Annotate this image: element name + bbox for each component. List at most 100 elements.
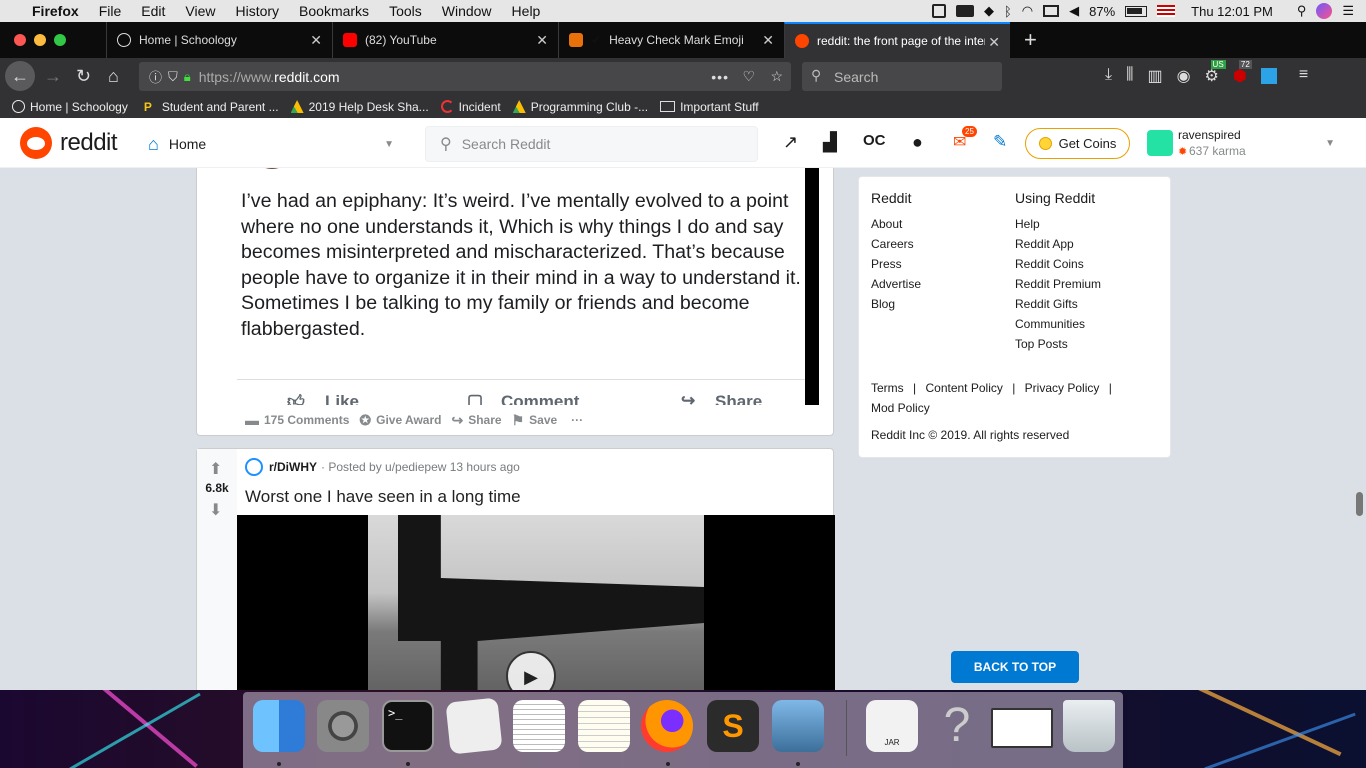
share-button[interactable]: ↪ Share xyxy=(451,412,501,429)
document-icon[interactable] xyxy=(991,708,1053,748)
original-content-icon[interactable]: OC xyxy=(863,132,886,149)
close-tab-icon[interactable]: ✕ xyxy=(988,34,1000,51)
reddit-gifts-link[interactable]: Reddit Gifts xyxy=(1015,294,1101,314)
status-icon[interactable] xyxy=(931,4,946,18)
trash-icon[interactable] xyxy=(1063,700,1115,752)
close-tab-icon[interactable]: ✕ xyxy=(536,32,548,49)
status-icon[interactable] xyxy=(955,5,974,17)
subreddit-link[interactable]: r/DiWHY xyxy=(269,460,317,474)
terms-link[interactable]: Terms xyxy=(871,381,904,395)
content-policy-link[interactable]: Content Policy xyxy=(925,381,1002,395)
notes-icon[interactable] xyxy=(578,700,630,752)
siri-icon[interactable] xyxy=(1316,3,1333,19)
post-title[interactable]: Worst one I have seen in a long time xyxy=(245,487,521,507)
pocket-icon[interactable]: ♡ xyxy=(742,68,755,85)
flag-icon[interactable] xyxy=(1157,5,1176,17)
bookmark-student-parent[interactable]: P Student and Parent ... xyxy=(144,100,279,115)
bookmark-incident[interactable]: Incident xyxy=(440,100,501,114)
all-icon[interactable]: ▟ xyxy=(823,132,837,153)
tracking-shield-icon[interactable]: ⛉ xyxy=(168,69,178,85)
forward-button[interactable]: → xyxy=(44,66,62,87)
preview-icon[interactable] xyxy=(772,700,824,752)
menu-edit[interactable]: Edit xyxy=(141,3,165,19)
mail-icon[interactable]: ✉ 25 xyxy=(953,126,977,152)
menu-file[interactable]: File xyxy=(99,3,122,19)
menu-help[interactable]: Help xyxy=(512,3,541,19)
battery-icon[interactable] xyxy=(1125,5,1148,17)
menu-history[interactable]: History xyxy=(235,3,279,19)
reload-button[interactable]: ↻ xyxy=(76,66,91,87)
clock[interactable]: Thu 12:01 PM xyxy=(1191,4,1273,19)
volume-icon[interactable]: ◀ xyxy=(1069,3,1079,19)
tab-schoology[interactable]: Home | Schoology ✕ xyxy=(106,22,332,58)
dropbox-icon[interactable]: ◆ xyxy=(984,3,994,19)
chat-icon[interactable]: ● xyxy=(912,132,923,153)
page-actions-icon[interactable]: ••• xyxy=(711,69,729,85)
menu-view[interactable]: View xyxy=(185,3,215,19)
system-preferences-icon[interactable] xyxy=(317,700,369,752)
mod-policy-link[interactable]: Mod Policy xyxy=(871,401,930,415)
tab-reddit[interactable]: reddit: the front page of the internet ✕ xyxy=(784,22,1010,58)
back-button[interactable]: ← xyxy=(5,61,35,91)
post-card[interactable]: I’ve had an epiphany: It’s weird. I’ve m… xyxy=(196,168,834,436)
top-posts-link[interactable]: Top Posts xyxy=(1015,334,1101,354)
menu-app-name[interactable]: Firefox xyxy=(32,3,79,19)
terminal-icon[interactable]: >_ xyxy=(382,700,434,752)
bookmark-programming-club[interactable]: Programming Club -... xyxy=(512,100,648,114)
popular-icon[interactable]: ↗ xyxy=(783,132,798,153)
press-link[interactable]: Press xyxy=(871,254,921,274)
ublock-extension-icon[interactable]: ⬢ 72 xyxy=(1233,60,1252,86)
sidebar-icon[interactable]: ▥ xyxy=(1147,66,1162,86)
get-coins-button[interactable]: Get Coins xyxy=(1025,128,1130,159)
careers-link[interactable]: Careers xyxy=(871,234,921,254)
close-tab-icon[interactable]: ✕ xyxy=(310,32,322,49)
user-menu[interactable]: ravenspired ✹ 637 karma ▼ xyxy=(1147,128,1347,160)
wifi-icon[interactable]: ◠ xyxy=(1022,3,1033,19)
close-tab-icon[interactable]: ✕ xyxy=(762,32,774,49)
downvote-icon[interactable]: ⬇ xyxy=(209,500,222,520)
url-bar[interactable]: ⓘ ⛉ 🔒︎ https://www.reddit.com ••• ♡ ☆ xyxy=(139,62,791,91)
vpn-extension-icon[interactable]: ⚙ US xyxy=(1205,60,1226,86)
finder-icon[interactable] xyxy=(253,700,305,752)
bookmark-important-stuff[interactable]: Important Stuff xyxy=(660,100,759,114)
blog-link[interactable]: Blog xyxy=(871,294,921,314)
advertise-link[interactable]: Advertise xyxy=(871,274,921,294)
give-award-button[interactable]: ✪ Give Award xyxy=(359,412,441,429)
communities-link[interactable]: Communities xyxy=(1015,314,1101,334)
library-icon[interactable]: ⫼ xyxy=(1126,66,1133,86)
zoom-window-button[interactable] xyxy=(54,34,66,46)
help-link[interactable]: Help xyxy=(1015,214,1101,234)
tab-emoji[interactable]: ✔ Heavy Check Mark Emoji ✕ xyxy=(558,22,784,58)
info-icon[interactable]: ⓘ xyxy=(149,67,162,86)
script-editor-icon[interactable] xyxy=(445,697,503,755)
search-bar[interactable]: ⚲ Search xyxy=(802,62,1002,91)
new-tab-button[interactable]: + xyxy=(1024,27,1037,53)
bluetooth-icon[interactable]: ᛒ xyxy=(1004,4,1012,19)
home-button[interactable]: ⌂ xyxy=(108,66,119,87)
subreddit-icon[interactable] xyxy=(245,458,263,476)
extension-icon[interactable] xyxy=(1260,68,1277,84)
reddit-coins-link[interactable]: Reddit Coins xyxy=(1015,254,1101,274)
tab-youtube[interactable]: (82) YouTube ✕ xyxy=(332,22,558,58)
account-icon[interactable]: ◉ xyxy=(1177,66,1191,86)
posted-by[interactable]: · Posted by u/pediepew 13 hours ago xyxy=(321,460,520,474)
save-button[interactable]: ⚑ Save xyxy=(512,412,558,429)
scrollbar-thumb[interactable] xyxy=(1356,492,1363,516)
reddit-logo[interactable]: reddit xyxy=(20,127,118,159)
downloads-icon[interactable]: ⤓ xyxy=(1105,66,1112,86)
reddit-app-link[interactable]: Reddit App xyxy=(1015,234,1101,254)
close-window-button[interactable] xyxy=(14,34,26,46)
firefox-icon[interactable] xyxy=(641,700,693,752)
menu-tools[interactable]: Tools xyxy=(389,3,422,19)
menu-bookmarks[interactable]: Bookmarks xyxy=(299,3,369,19)
about-link[interactable]: About xyxy=(871,214,921,234)
bookmark-help-desk[interactable]: 2019 Help Desk Sha... xyxy=(290,100,429,114)
textedit-icon[interactable] xyxy=(513,700,565,752)
upvote-icon[interactable]: ⬆ xyxy=(209,459,222,479)
back-to-top-button[interactable]: BACK TO TOP xyxy=(951,651,1079,683)
home-dropdown[interactable]: ⌂ Home ▼ xyxy=(148,131,394,157)
menu-window[interactable]: Window xyxy=(442,3,492,19)
comments-button[interactable]: ▬ 175 Comments xyxy=(245,412,349,428)
privacy-policy-link[interactable]: Privacy Policy xyxy=(1025,381,1100,395)
create-post-icon[interactable]: ✎ xyxy=(993,132,1007,152)
